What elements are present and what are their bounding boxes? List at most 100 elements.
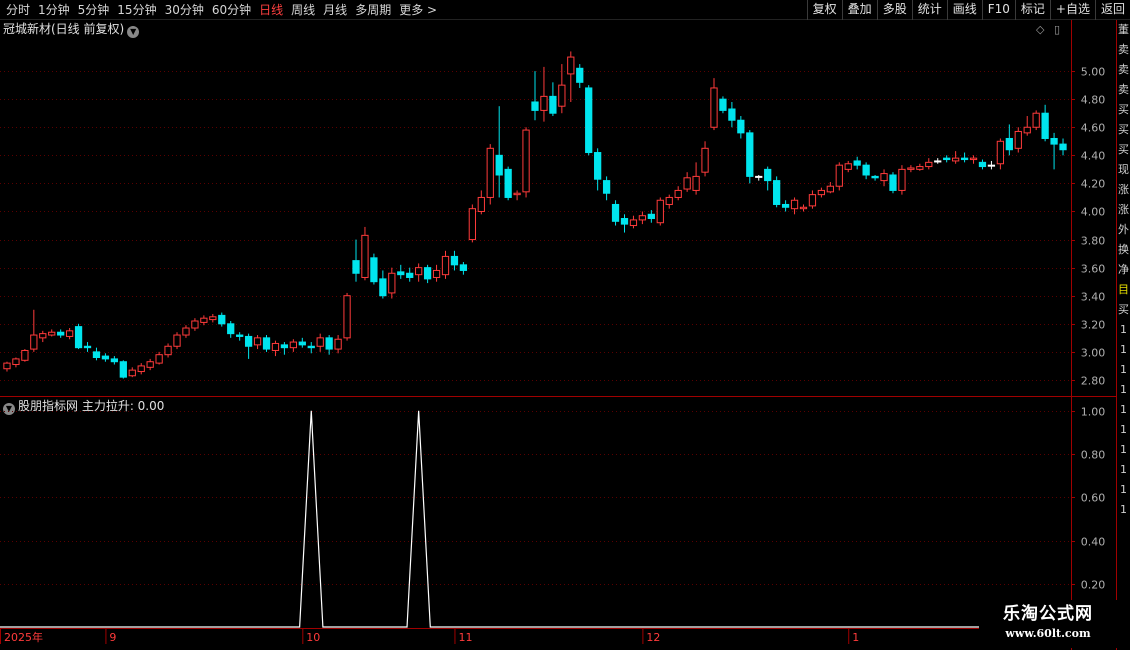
candle-body: [423, 267, 432, 280]
candle: [110, 356, 119, 365]
candle-body: [486, 147, 494, 198]
candle-body: [656, 199, 664, 224]
candle: [620, 214, 629, 233]
kline-chart[interactable]: 2.80 3.00 3.20 3.40 3.60 3.80 4.00 4.20 4.40 4.60…: [0, 0, 1130, 650]
candle: [83, 342, 92, 352]
candle-body: [585, 87, 593, 154]
candle-body: [164, 345, 172, 356]
candle: [692, 162, 700, 195]
candle-body: [200, 317, 208, 323]
candle-body: [674, 189, 682, 198]
candle-body: [916, 166, 924, 170]
candle-body: [334, 338, 342, 350]
side-panel-label: 1: [1120, 503, 1127, 516]
candle-body: [307, 345, 315, 349]
side-panel-label: 涨: [1118, 203, 1129, 216]
candle: [844, 160, 852, 173]
candle-body: [710, 87, 718, 128]
candle-body: [576, 67, 584, 83]
candle-body: [996, 140, 1005, 165]
candle: [334, 335, 342, 354]
candle: [773, 176, 781, 208]
candle-body: [397, 271, 405, 276]
candle: [647, 210, 655, 223]
candle-body: [531, 101, 539, 111]
candle: [701, 141, 709, 177]
candle-body: [781, 203, 790, 208]
candle: [835, 162, 843, 191]
indicator-tick-label: 0.20: [1081, 579, 1106, 592]
price-tick-label: 4.60: [1081, 122, 1106, 135]
price-tick-label: 2.80: [1081, 375, 1106, 388]
candle-body: [817, 189, 826, 196]
candle-body: [379, 278, 387, 297]
candle: [182, 325, 190, 338]
side-panel-label: 现: [1118, 163, 1129, 176]
candle: [907, 165, 915, 173]
candle-body: [960, 157, 969, 161]
candle-body: [30, 334, 38, 350]
candle: [227, 320, 235, 338]
candle-body: [898, 168, 906, 191]
candle: [236, 332, 244, 341]
candle-body: [352, 260, 360, 274]
candle: [737, 116, 745, 139]
candle: [1032, 110, 1040, 131]
candle-body: [925, 161, 933, 168]
candle: [191, 318, 199, 331]
candle-body: [647, 213, 655, 220]
candle: [128, 367, 136, 378]
candle-body: [799, 206, 808, 210]
price-tick-label: 4.20: [1081, 178, 1106, 191]
candle: [710, 78, 718, 131]
candle-body: [737, 119, 745, 134]
candle: [495, 106, 503, 198]
side-panel-label: 董: [1118, 23, 1129, 36]
candle: [943, 155, 951, 163]
candle-body: [57, 331, 65, 336]
candle-body: [48, 331, 56, 336]
candle: [361, 226, 369, 281]
candle: [951, 151, 960, 164]
indicator-tick-label: 0.80: [1081, 449, 1106, 462]
candle: [996, 138, 1005, 170]
candle-body: [701, 147, 709, 173]
candle-body: [1032, 112, 1040, 128]
candle-body: [361, 234, 369, 278]
candle-body: [388, 272, 396, 294]
candle-body: [495, 154, 503, 176]
candle-body: [513, 192, 521, 196]
candle-body: [764, 168, 772, 182]
candle: [119, 360, 127, 379]
candle-body: [871, 175, 879, 179]
candle-body: [567, 56, 575, 75]
candle: [656, 197, 664, 226]
candle-body: [406, 272, 414, 278]
candle: [781, 200, 790, 212]
candle: [799, 204, 808, 212]
candle: [280, 342, 289, 355]
candle: [12, 357, 20, 368]
candle-body: [844, 163, 852, 170]
candle-body: [227, 323, 235, 335]
watermark-logo: 乐淘公式网 www.60lt.com: [979, 600, 1117, 648]
candle-body: [773, 180, 781, 205]
candle-body: [522, 129, 530, 193]
candle-body: [468, 208, 476, 241]
candle: [262, 335, 271, 352]
side-panel-label: 外: [1118, 223, 1129, 236]
side-panel-label: 换: [1118, 243, 1129, 256]
candle: [513, 190, 521, 201]
candle-body: [540, 95, 548, 111]
candle: [602, 176, 611, 201]
candle-body: [1050, 137, 1058, 145]
side-panel-label: 1: [1120, 483, 1127, 496]
candle-body: [415, 267, 423, 276]
candle: [307, 342, 315, 354]
candle-body: [370, 257, 378, 283]
candle: [441, 250, 450, 279]
candle: [415, 263, 423, 282]
signal-line: [0, 410, 1071, 628]
candle: [450, 250, 459, 271]
side-panel-label: 买: [1118, 123, 1129, 136]
